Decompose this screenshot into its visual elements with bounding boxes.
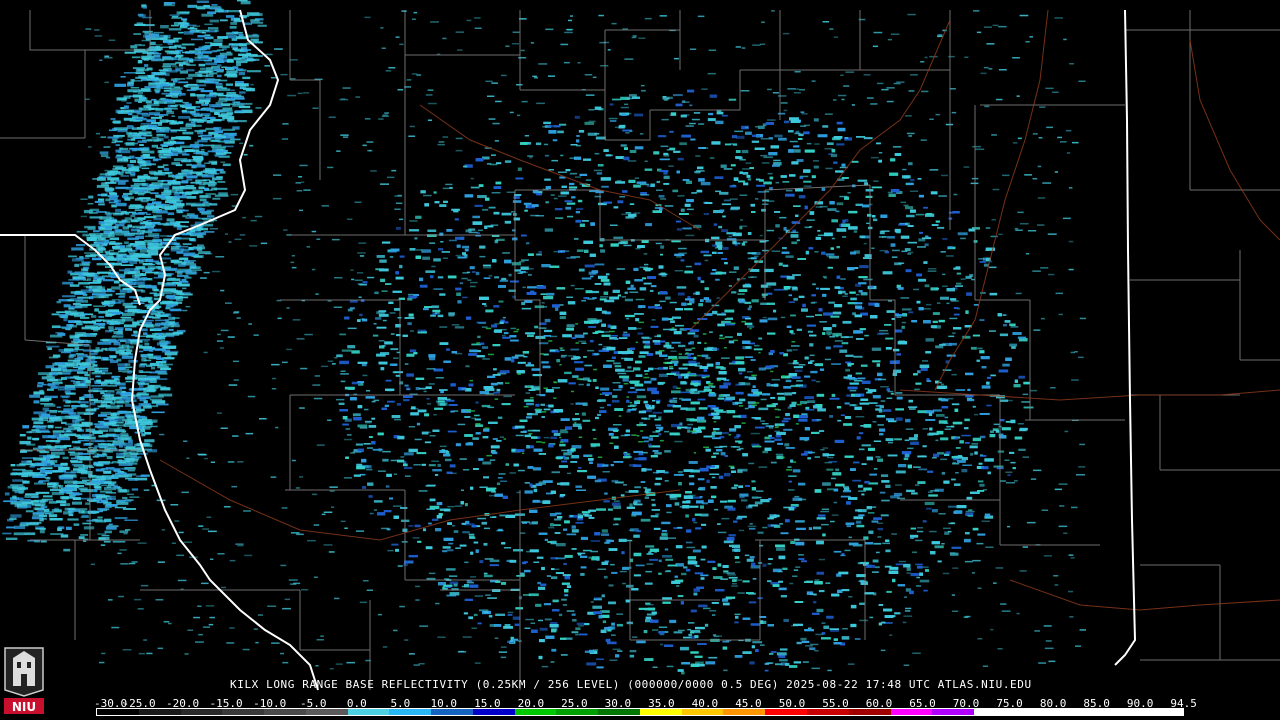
scale-swatch <box>431 709 473 715</box>
scale-swatch <box>514 709 557 715</box>
radar-map <box>0 0 1280 720</box>
scale-swatch <box>974 709 1016 715</box>
scale-swatch <box>807 709 849 715</box>
scale-swatch <box>890 709 933 715</box>
logo-text: NIU <box>12 700 36 714</box>
scale-swatch <box>598 709 640 715</box>
scale-swatch <box>848 709 891 715</box>
scale-swatch <box>222 709 265 715</box>
scale-swatch <box>389 709 432 715</box>
scale-swatch <box>1015 709 1058 715</box>
scale-swatch <box>639 709 682 715</box>
scale-swatch <box>765 709 808 715</box>
scale-swatch <box>723 709 766 715</box>
scale-swatch <box>681 709 724 715</box>
scale-swatch <box>472 709 515 715</box>
scale-swatch <box>932 709 975 715</box>
scale-swatch <box>305 709 348 715</box>
scale-swatch <box>1141 709 1183 715</box>
niu-logo-icon: NIU <box>4 647 44 714</box>
scale-swatch <box>138 709 181 715</box>
scale-swatch <box>1099 709 1142 715</box>
scale-swatch <box>180 709 223 715</box>
product-caption: KILX LONG RANGE BASE REFLECTIVITY (0.25K… <box>230 678 1032 691</box>
scale-swatch <box>97 709 139 715</box>
scale-swatch <box>264 709 306 715</box>
scale-swatch <box>556 709 599 715</box>
reflectivity-color-scale <box>96 708 1184 716</box>
scale-swatch <box>1057 709 1100 715</box>
scale-swatch <box>347 709 390 715</box>
